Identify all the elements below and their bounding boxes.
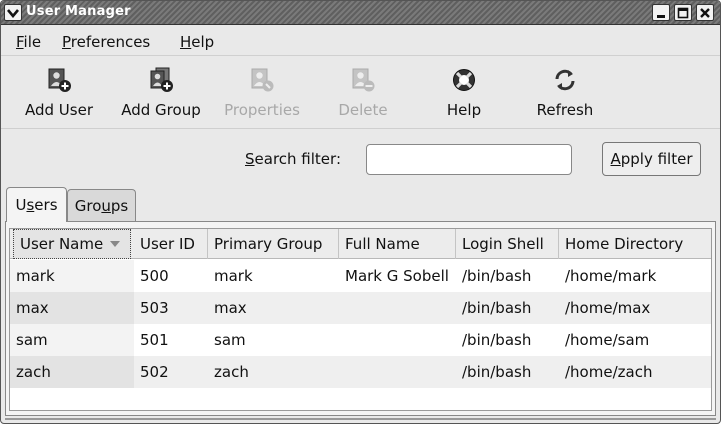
- lifebuoy-icon: [453, 69, 475, 91]
- tab-groups-label-rest: ps: [110, 197, 129, 215]
- cell-full-name: [339, 324, 345, 356]
- cell-primary-group: sam: [214, 331, 246, 349]
- column-header-user-id[interactable]: User ID: [134, 229, 208, 259]
- cell-full-name: [339, 356, 345, 388]
- apply-filter-mnemonic: A: [610, 150, 621, 168]
- column-header-full-name[interactable]: Full Name: [339, 229, 456, 259]
- cell-primary-group: mark: [214, 267, 253, 285]
- cell-user-id: 503: [140, 299, 169, 317]
- toolbar: Add User Add Group Properties Delete Hel…: [1, 59, 720, 129]
- cell-user-id: 502: [140, 363, 169, 381]
- cell-login-shell: /bin/bash: [462, 363, 532, 381]
- column-header-label: Login Shell: [462, 235, 544, 253]
- table-row[interactable]: max 503 max /bin/bash /home/max: [10, 292, 711, 324]
- column-header-user-name[interactable]: User Name: [13, 229, 131, 259]
- search-filter-mnemonic: S: [245, 150, 255, 168]
- users-table[interactable]: User Name User ID Primary Group Full Nam…: [9, 228, 712, 411]
- menu-file-mnemonic: F: [16, 33, 24, 51]
- tab-users-label-pre: U: [15, 196, 27, 214]
- cell-user-id: 500: [140, 267, 169, 285]
- column-header-login-shell[interactable]: Login Shell: [456, 229, 559, 259]
- cell-home-directory: /home/mark: [565, 267, 657, 285]
- menu-preferences-label: references: [70, 33, 151, 51]
- cell-user-name: sam: [10, 324, 134, 356]
- add-user-button[interactable]: Add User: [19, 65, 99, 125]
- cell-full-name: Mark G Sobell: [345, 267, 449, 285]
- table-row[interactable]: mark 500 mark Mark G Sobell /bin/bash /h…: [10, 260, 711, 292]
- properties-button[interactable]: Properties: [217, 65, 307, 125]
- search-filter-label-text: earch filter:: [254, 150, 341, 168]
- search-filter-label: Search filter:: [245, 150, 341, 168]
- maximize-button[interactable]: [674, 4, 692, 21]
- add-group-icon: [150, 67, 173, 92]
- menu-preferences-mnemonic: P: [62, 33, 71, 51]
- column-header-label: Full Name: [345, 235, 420, 253]
- cell-home-directory: /home/sam: [565, 331, 650, 349]
- cell-primary-group: zach: [214, 363, 249, 381]
- tab-users-mnemonic: s: [26, 196, 35, 214]
- menu-help[interactable]: Help: [180, 33, 214, 51]
- column-header-home-directory[interactable]: Home Directory: [559, 229, 711, 259]
- close-button[interactable]: [696, 4, 714, 21]
- delete-label: Delete: [338, 101, 388, 119]
- column-header-label: Primary Group: [214, 235, 323, 253]
- add-user-icon: [48, 68, 71, 92]
- apply-filter-label: pply filter: [620, 150, 693, 168]
- delete-icon: [352, 68, 375, 92]
- tab-users-label-rest: ers: [34, 196, 58, 214]
- column-header-label: Home Directory: [565, 235, 684, 253]
- table-row[interactable]: sam 501 sam /bin/bash /home/sam: [10, 324, 711, 356]
- chevron-down-icon: [7, 8, 19, 18]
- refresh-icon: [555, 69, 575, 91]
- tab-users[interactable]: Us ers: [6, 187, 67, 222]
- add-user-label: Add User: [25, 101, 93, 119]
- cell-user-name: zach: [10, 356, 134, 388]
- user-manager-window: User Manager File Preferences Help Add U…: [0, 0, 721, 424]
- cell-user-id: 501: [140, 331, 169, 349]
- cell-user-name: mark: [10, 260, 134, 292]
- column-header-primary-group[interactable]: Primary Group: [208, 229, 339, 259]
- window-title: User Manager: [26, 4, 131, 19]
- tab-groups-mnemonic: u: [101, 197, 111, 215]
- cell-home-directory: /home/max: [565, 299, 651, 317]
- sort-descending-icon: [110, 241, 121, 247]
- title-bar[interactable]: User Manager: [1, 1, 720, 25]
- table-header: User Name User ID Primary Group Full Nam…: [10, 229, 711, 259]
- properties-icon: [251, 68, 274, 92]
- column-header-label: User Name: [20, 235, 104, 253]
- menu-help-label: elp: [191, 33, 215, 51]
- refresh-label: Refresh: [536, 101, 594, 119]
- menu-help-mnemonic: H: [180, 33, 192, 51]
- window-bottom-edge: [5, 418, 716, 420]
- tab-groups[interactable]: Gro u ps: [67, 189, 136, 222]
- properties-label: Properties: [224, 101, 300, 119]
- menu-preferences[interactable]: Preferences: [62, 33, 150, 51]
- cell-full-name: [339, 292, 345, 324]
- help-button[interactable]: Help: [439, 65, 489, 125]
- cell-home-directory: /home/zach: [565, 363, 653, 381]
- delete-button[interactable]: Delete: [328, 65, 398, 125]
- menu-bar: File Preferences Help: [1, 28, 720, 56]
- window-menu-button[interactable]: [4, 4, 22, 21]
- cell-login-shell: /bin/bash: [462, 299, 532, 317]
- close-icon: [700, 7, 710, 18]
- add-group-label: Add Group: [121, 101, 201, 119]
- minimize-icon: [657, 14, 665, 18]
- menu-file[interactable]: File: [16, 33, 41, 51]
- maximize-icon: [677, 7, 689, 18]
- cell-primary-group: max: [214, 299, 247, 317]
- cell-user-name: max: [10, 292, 134, 324]
- add-group-button[interactable]: Add Group: [115, 65, 207, 125]
- cell-login-shell: /bin/bash: [462, 331, 532, 349]
- table-row[interactable]: zach 502 zach /bin/bash /home/zach: [10, 356, 711, 388]
- refresh-button[interactable]: Refresh: [528, 65, 602, 125]
- column-header-label: User ID: [140, 235, 195, 253]
- cell-login-shell: /bin/bash: [462, 267, 532, 285]
- help-label: Help: [446, 101, 482, 119]
- tab-groups-label-pre: Gro: [74, 197, 102, 215]
- search-filter-input[interactable]: [366, 144, 572, 175]
- menu-file-label: ile: [23, 33, 42, 51]
- apply-filter-button[interactable]: Apply filter: [602, 142, 701, 176]
- minimize-button[interactable]: [652, 4, 670, 21]
